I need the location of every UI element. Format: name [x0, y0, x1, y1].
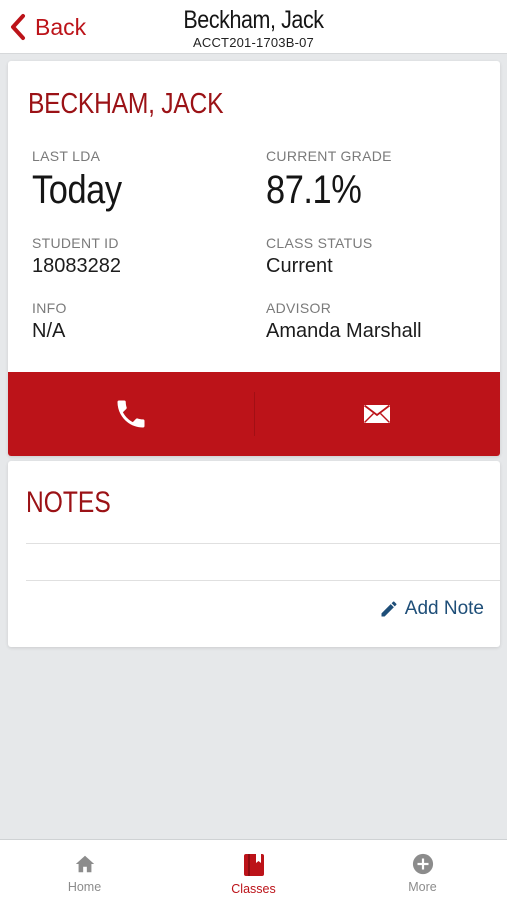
tab-more-label: More	[408, 880, 437, 894]
class-status-label: CLASS STATUS	[266, 235, 373, 251]
phone-icon	[117, 400, 145, 428]
current-grade-value: 87.1%	[266, 168, 362, 212]
tab-more[interactable]: More	[338, 840, 507, 900]
tab-home[interactable]: Home	[0, 840, 169, 900]
plus-circle-icon	[412, 853, 433, 875]
last-lda-label: LAST LDA	[32, 148, 101, 164]
add-note-button[interactable]: Add Note	[379, 598, 484, 620]
page-subtitle: ACCT201-1703B-07	[193, 35, 314, 50]
info-label: INFO	[32, 300, 67, 316]
info-value: N/A	[32, 320, 66, 342]
advisor-label: ADVISOR	[266, 300, 332, 316]
advisor-value: Amanda Marshall	[266, 320, 422, 342]
student-name: BECKHAM, JACK	[28, 88, 224, 120]
book-icon	[243, 854, 264, 876]
nav-header: Back Beckham, Jack ACCT201-1703B-07	[0, 0, 507, 54]
page-title: Beckham, Jack	[183, 6, 324, 34]
student-id-label: STUDENT ID	[32, 235, 119, 251]
notes-card: NOTES Add Note	[8, 461, 500, 647]
tab-classes-label: Classes	[231, 882, 276, 896]
home-icon	[75, 855, 94, 873]
pencil-icon	[381, 601, 397, 617]
tab-bar: Home Classes More	[0, 839, 507, 900]
email-button[interactable]	[255, 372, 501, 456]
divider	[26, 580, 500, 581]
mail-icon	[364, 404, 391, 423]
current-grade-label: CURRENT GRADE	[266, 148, 392, 164]
notes-title: NOTES	[26, 486, 111, 519]
tab-classes[interactable]: Classes	[169, 840, 338, 900]
class-status-value: Current	[266, 255, 333, 277]
divider	[26, 543, 500, 544]
add-note-label: Add Note	[404, 598, 484, 619]
tab-home-label: Home	[67, 880, 102, 894]
student-id-value: 18083282	[32, 255, 121, 277]
last-lda-value: Today	[32, 168, 122, 212]
student-card: BECKHAM, JACK LAST LDA Today CURRENT GRA…	[8, 61, 500, 456]
call-button[interactable]	[8, 372, 254, 456]
contact-actions	[8, 372, 500, 456]
